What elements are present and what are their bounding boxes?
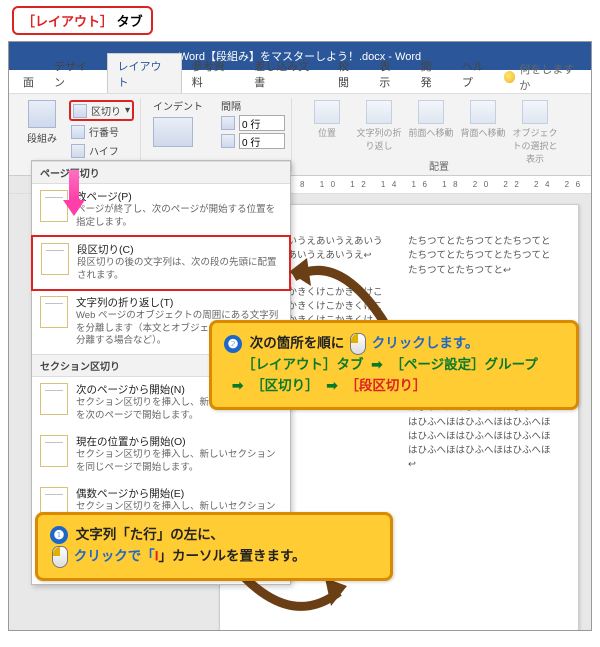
column-break-icon — [41, 243, 69, 275]
wrap-icon — [366, 100, 392, 124]
ribbon-tabs: 面 デザイン レイアウト 参考資料 差し込み文書 校閲 表示 開発 ヘルプ 何を… — [9, 70, 591, 94]
breaks-button[interactable]: 区切り ▾ — [69, 100, 134, 121]
step-number-2: ❷ — [224, 335, 242, 353]
back-icon — [470, 100, 496, 124]
tab-developer[interactable]: 開発 — [411, 54, 452, 93]
hyphen-icon — [71, 144, 85, 158]
mouse-icon — [350, 333, 366, 355]
linenum-icon — [71, 125, 85, 139]
word-window: Word【段組み】をマスターしよう！.docx - Word 面 デザイン レイ… — [8, 41, 592, 631]
text-wrap-icon — [40, 296, 68, 328]
spacing-after-input[interactable] — [239, 133, 285, 149]
indent-label: インデント — [153, 98, 203, 113]
selpane-icon — [522, 100, 548, 124]
hyphenation-button[interactable]: ハイフ — [69, 142, 134, 159]
annotation-layout-tab: ［レイアウト］ タブ — [12, 6, 153, 35]
text-block[interactable]: たちつてとたちつてとたちつてとたちつてとたちつてとたちつてとたちつてとたちつてと… — [408, 235, 558, 278]
next-page-icon — [40, 383, 68, 415]
bring-front-button[interactable]: 前面へ移動 — [408, 100, 454, 139]
tab-0[interactable]: 面 — [13, 70, 44, 93]
mouse-icon — [52, 546, 68, 568]
spacing-before-input[interactable] — [239, 115, 285, 131]
bulb-icon — [504, 71, 516, 83]
tab-references[interactable]: 参考資料 — [182, 54, 245, 93]
callout-step-2: ❷ 次の箇所を順に クリックします。 ［レイアウト］タブ ➡ ［ページ設定］グル… — [209, 320, 579, 410]
arrow-icon: ➡ — [322, 378, 341, 393]
group-arrange: 位置 文字列の折り返し 前面へ移動 背面へ移動 オブジェクトの選択と表示 配置 — [298, 98, 564, 172]
arrow-icon: ➡ — [228, 378, 247, 393]
before-icon — [221, 116, 235, 130]
tab-design[interactable]: デザイン — [44, 54, 107, 93]
front-icon — [418, 100, 444, 124]
position-button[interactable]: 位置 — [304, 100, 350, 139]
arrange-group-label: 配置 — [429, 158, 449, 173]
selection-pane-button[interactable]: オブジェクトの選択と表示 — [512, 100, 558, 165]
dropdown-item-continuous[interactable]: 現在の位置から開始(O)セクション区切りを挿入し、新しいセクションを同じページで… — [32, 429, 290, 481]
dropdown-item-column-break[interactable]: 段区切り(C)段区切りの後の文字列は、次の段の先頭に配置されます。 — [31, 235, 291, 291]
tab-review[interactable]: 校閲 — [328, 54, 369, 93]
spacing-after-row — [221, 133, 285, 149]
text-block[interactable]: はひふへほはひふへほはひふへほはひふへほはひふへほはひふへほはひふへほはひふへほ… — [408, 401, 558, 472]
break-icon — [73, 104, 87, 118]
wrap-button[interactable]: 文字列の折り返し — [356, 100, 402, 152]
tab-view[interactable]: 表示 — [369, 54, 410, 93]
tab-help[interactable]: ヘルプ — [452, 54, 504, 93]
position-icon — [314, 100, 340, 124]
spacing-before-row — [221, 115, 285, 131]
indent-icon — [153, 117, 193, 147]
tell-me-box[interactable]: 何をしますか — [504, 61, 591, 93]
tab-mailings[interactable]: 差し込み文書 — [244, 54, 328, 93]
callout-step-1: ❶ 文字列「た行」の左に、 クリックで「I」カーソルを置きます。 — [35, 512, 393, 581]
step-number-1: ❶ — [50, 526, 68, 544]
arrow-icon: ➡ — [367, 357, 386, 372]
spacing-label: 間隔 — [221, 98, 285, 113]
send-back-button[interactable]: 背面へ移動 — [460, 100, 506, 139]
after-icon — [221, 134, 235, 148]
annotation-pink-arrow — [63, 170, 85, 218]
tab-layout[interactable]: レイアウト — [107, 53, 182, 93]
ruler-doc: 2 4 6 8 10 12 14 16 18 20 22 24 26 28 30… — [241, 176, 591, 193]
columns-icon — [28, 100, 56, 128]
column-2: たちつてとたちつてとたちつてとたちつてとたちつてとたちつてとたちつてとたちつてと… — [408, 235, 558, 630]
continuous-icon — [40, 435, 68, 467]
line-numbers-button[interactable]: 行番号 — [69, 123, 134, 140]
